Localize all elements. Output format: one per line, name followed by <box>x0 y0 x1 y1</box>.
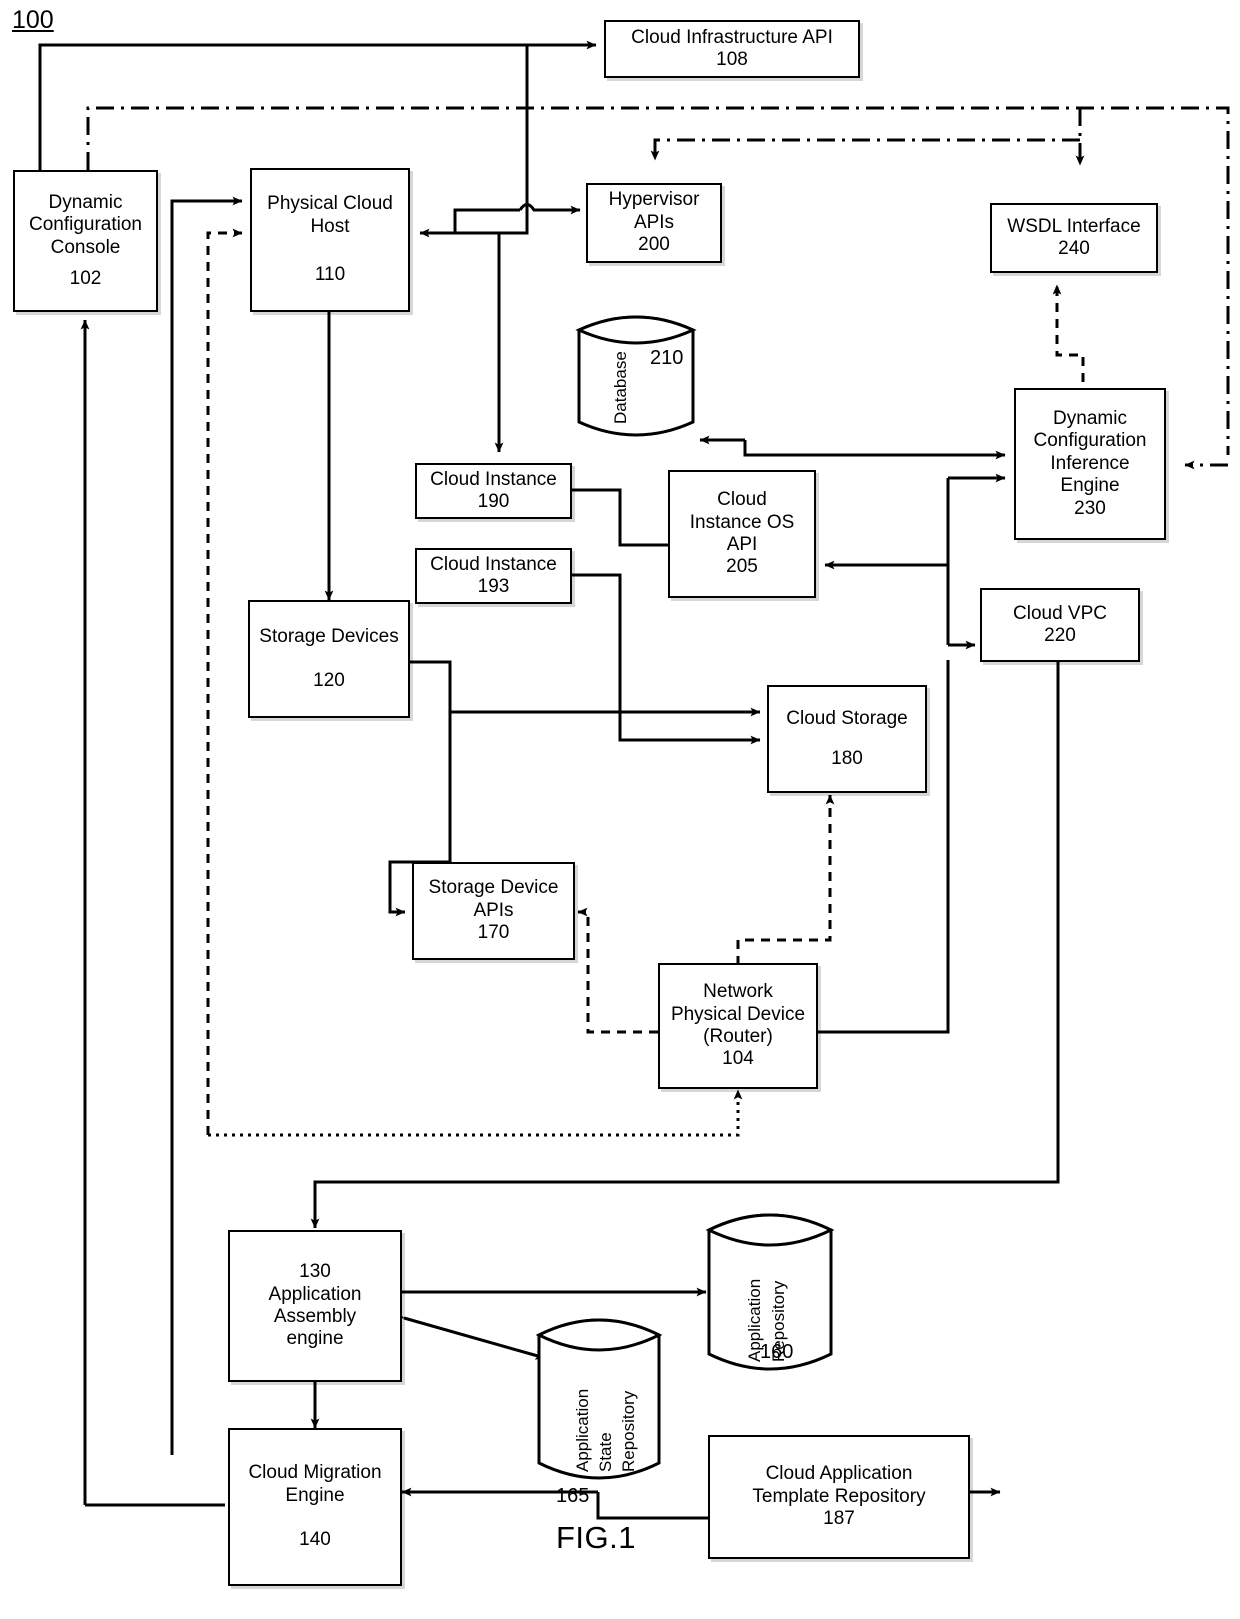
label-line: Dynamic <box>48 191 123 213</box>
label-line: Hypervisor <box>608 189 700 211</box>
label-line: APIs <box>473 899 514 921</box>
node-cloud-instance-os-api[interactable]: Cloud Instance OS API 205 <box>668 470 816 598</box>
reference-number: 205 <box>726 556 758 578</box>
node-cloud-instance-190[interactable]: Cloud Instance 190 <box>415 463 572 519</box>
label-line: Physical Cloud <box>267 193 393 215</box>
node-network-physical-device-router[interactable]: Network Physical Device (Router) 104 <box>658 963 818 1089</box>
wire-chain-to-hypervisor <box>650 138 1080 161</box>
label-line: Configuration <box>1033 430 1147 452</box>
wire-to-inference-engine-a <box>743 440 1006 460</box>
wire-storage-devices-to-cloud-storage <box>410 660 761 717</box>
label-line: (Router) <box>703 1026 773 1047</box>
application-state-repository-label-line-2: State <box>596 1432 615 1472</box>
label-line: WSDL Interface <box>1007 215 1141 237</box>
label-line: Template Repository <box>752 1485 926 1507</box>
reference-number: 108 <box>716 49 748 70</box>
label-line: Host <box>310 215 350 237</box>
node-cloud-migration-engine[interactable]: Cloud Migration Engine 140 <box>228 1428 402 1586</box>
figure-canvas: 100 FIG.1 Dynamic Configuration Console … <box>0 0 1240 1619</box>
label-line: Application <box>268 1283 362 1305</box>
reference-number: 110 <box>314 264 346 286</box>
label-line: Cloud Instance <box>430 553 557 575</box>
reference-number: 200 <box>638 234 670 256</box>
label-line: Assembly <box>273 1306 357 1327</box>
label-line: Physical Device <box>670 1003 806 1025</box>
label-line: Cloud <box>717 489 767 511</box>
node-application-assembly-engine[interactable]: 130 Application Assembly engine <box>228 1230 402 1382</box>
reference-number: 140 <box>299 1529 331 1551</box>
node-cloud-storage[interactable]: Cloud Storage 180 <box>767 685 927 793</box>
node-storage-devices[interactable]: Storage Devices 120 <box>248 600 410 718</box>
node-storage-device-apis[interactable]: Storage Device APIs 170 <box>412 862 575 960</box>
node-cloud-infrastructure-api[interactable]: Cloud Infrastructure API 108 <box>604 20 860 78</box>
node-hypervisor-apis[interactable]: Hypervisor APIs 200 <box>586 183 722 263</box>
label-line: API <box>726 534 758 555</box>
application-state-repository-label-line-3: Repository <box>619 1390 638 1472</box>
wire-dash-router-to-cloud-storage <box>736 794 835 965</box>
reference-number: 102 <box>69 267 102 289</box>
label-line: Engine <box>285 1484 345 1506</box>
reference-number: 193 <box>477 576 510 597</box>
application-state-repository-label-line-1: Application <box>573 1388 592 1472</box>
figure-system-label: 100 <box>12 6 54 34</box>
reference-number: 120 <box>313 670 345 691</box>
label-line: Cloud Infrastructure API <box>631 26 833 48</box>
database-reference-number: 210 <box>650 347 684 369</box>
wire-dash-engine-to-wsdl <box>1052 284 1085 398</box>
reference-number: 104 <box>722 1048 754 1070</box>
wire-dash-to-physical-cloud-host <box>206 228 243 1135</box>
node-physical-cloud-host[interactable]: Physical Cloud Host 110 <box>250 168 410 312</box>
wire-dotted-to-router <box>208 1089 743 1137</box>
label-line: Console <box>50 236 121 258</box>
label-line: APIs <box>633 211 675 233</box>
label-line: Engine <box>1060 475 1120 497</box>
label-line: Storage Device <box>428 877 559 899</box>
node-cloud-vpc[interactable]: Cloud VPC 220 <box>980 588 1140 662</box>
label-line: Configuration <box>28 214 143 236</box>
node-cloud-application-template-repository-box[interactable]: Cloud Application Template Repository 18… <box>708 1435 970 1559</box>
application-state-repository-reference-number: 165 <box>556 1485 590 1507</box>
reference-number: 187 <box>823 1508 855 1530</box>
figure-caption: FIG.1 <box>556 1520 637 1555</box>
wire-ci193-to-cloud-storage <box>572 573 761 745</box>
reference-number: 130 <box>299 1261 331 1283</box>
label-line: Network <box>703 981 773 1003</box>
label-line: Cloud Storage <box>786 707 908 729</box>
reference-number: 180 <box>831 748 863 769</box>
application-repository-reference-number: 160 <box>760 1341 794 1363</box>
label-line: Instance OS <box>689 511 795 533</box>
node-dynamic-configuration-console[interactable]: Dynamic Configuration Console 102 <box>13 170 158 312</box>
node-cloud-instance-193[interactable]: Cloud Instance 193 <box>415 548 572 604</box>
label-line: Cloud Migration <box>248 1462 382 1484</box>
label-line: Storage Devices <box>259 625 399 647</box>
wire-ci190-to-os-api <box>572 488 668 547</box>
reference-number: 240 <box>1058 238 1090 259</box>
wire-to-hypervisor-apis <box>518 203 581 215</box>
label-line: Cloud Instance <box>430 468 557 490</box>
wire-assembly-to-state-repo <box>393 1311 546 1360</box>
wire-dash-router-to-storage-apis <box>577 907 658 1034</box>
node-wsdl-interface[interactable]: WSDL Interface 240 <box>990 203 1158 273</box>
reference-number: 230 <box>1074 497 1106 519</box>
node-dynamic-configuration-inference-engine[interactable]: Dynamic Configuration Inference Engine 2… <box>1014 388 1166 540</box>
label-line: Cloud Application <box>765 1463 913 1485</box>
reference-number: 170 <box>477 922 510 944</box>
label-line: Cloud VPC <box>1013 602 1107 624</box>
label-line: engine <box>286 1328 344 1350</box>
reference-number: 220 <box>1044 625 1076 646</box>
label-line: Inference <box>1050 452 1130 474</box>
reference-number: 190 <box>477 491 510 512</box>
label-line: Dynamic <box>1053 407 1127 429</box>
database-label: Database <box>611 351 630 424</box>
node-database[interactable] <box>575 306 697 446</box>
